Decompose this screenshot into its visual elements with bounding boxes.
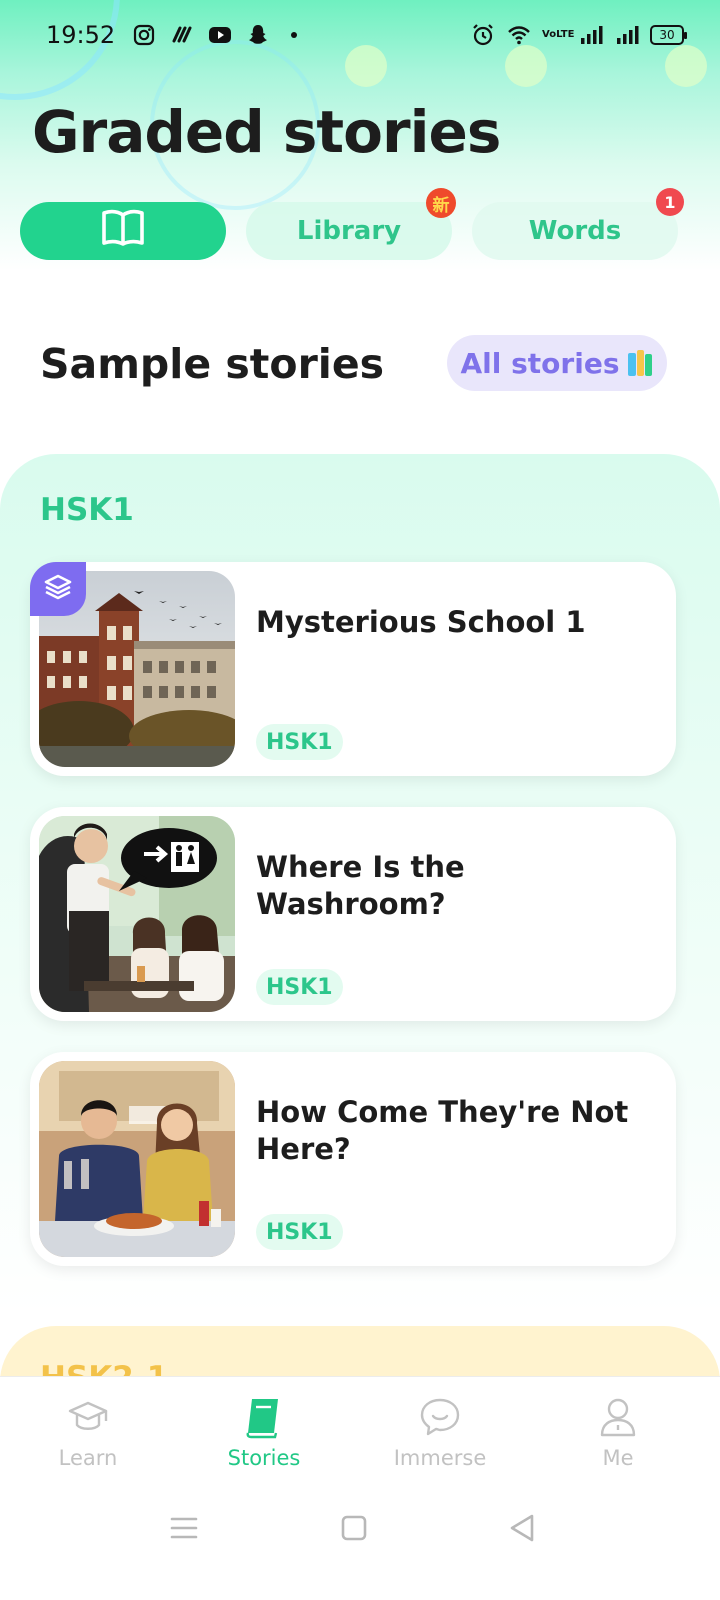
tab-words-label: Words — [528, 216, 622, 246]
story-card[interactable]: Mysterious School 1 HSK1 — [30, 562, 676, 776]
status-left: 19:52 — [46, 21, 298, 49]
all-stories-button[interactable]: All stories — [447, 335, 667, 391]
signal-icon — [578, 22, 604, 48]
story-title: How Come They're Not Here? — [256, 1095, 629, 1166]
tab-reading[interactable] — [20, 202, 226, 260]
menu-icon[interactable] — [164, 1508, 204, 1548]
back-icon[interactable] — [502, 1508, 542, 1548]
battery-icon: 30 — [650, 25, 687, 45]
story-card[interactable]: Where Is the Washroom? HSK1 — [30, 807, 676, 1021]
section-title: Sample stories — [40, 340, 385, 388]
user-icon — [596, 1395, 640, 1446]
nav-learn[interactable]: Learn — [18, 1395, 158, 1470]
open-book-icon — [100, 208, 146, 255]
nav-stories[interactable]: Stories — [194, 1395, 334, 1470]
story-card[interactable]: How Come They're Not Here? HSK1 — [30, 1052, 676, 1266]
nav-learn-label: Learn — [58, 1446, 118, 1470]
home-icon[interactable] — [334, 1508, 374, 1548]
snapchat-icon — [245, 22, 271, 48]
volte-icon: VoLTE — [542, 29, 575, 40]
wifi-icon — [506, 22, 532, 48]
nav-stories-label: Stories — [227, 1446, 301, 1470]
status-right: VoLTE 30 — [470, 22, 687, 48]
tab-library[interactable]: Library 新 — [246, 188, 456, 260]
layers-icon — [42, 571, 74, 607]
all-stories-label: All stories — [460, 346, 620, 380]
signal-icon — [614, 22, 640, 48]
new-badge: 新 — [426, 188, 456, 218]
nav-me[interactable]: Me — [548, 1395, 688, 1470]
status-time: 19:52 — [46, 21, 116, 49]
level-label: HSK1 — [40, 492, 134, 528]
nav-immerse[interactable]: Immerse — [370, 1395, 510, 1470]
story-title: Where Is the Washroom? — [256, 850, 465, 921]
notification-dot-icon — [291, 32, 298, 38]
status-bar: 19:52 VoLTE 30 — [0, 0, 720, 70]
tab-words[interactable]: Words 1 — [472, 188, 684, 260]
system-navigation-bar — [0, 1484, 720, 1600]
bottom-nav: Learn Stories Immerse Me — [0, 1376, 720, 1484]
books-icon — [627, 349, 653, 377]
couple-dining-photo — [39, 1061, 235, 1257]
story-level-tag: HSK1 — [256, 969, 343, 1005]
top-tabs: Library 新 Words 1 — [20, 188, 684, 260]
story-level-tag: HSK1 — [256, 1214, 343, 1250]
instagram-icon — [131, 22, 157, 48]
story-title: Mysterious School 1 — [256, 605, 586, 639]
nav-immerse-label: Immerse — [393, 1446, 487, 1470]
graduation-cap-icon — [66, 1395, 110, 1446]
book-icon — [242, 1395, 286, 1446]
tab-library-label: Library — [296, 216, 402, 246]
app-icon — [169, 22, 195, 48]
youtube-icon — [207, 22, 233, 48]
restaurant-waiter-photo — [39, 816, 235, 1012]
series-badge — [30, 562, 86, 616]
page-title: Graded stories — [32, 98, 501, 166]
nav-me-label: Me — [602, 1446, 634, 1470]
story-level-tag: HSK1 — [256, 724, 343, 760]
notification-count-badge: 1 — [656, 188, 684, 216]
chat-bubble-icon — [418, 1395, 462, 1446]
alarm-icon — [470, 22, 496, 48]
